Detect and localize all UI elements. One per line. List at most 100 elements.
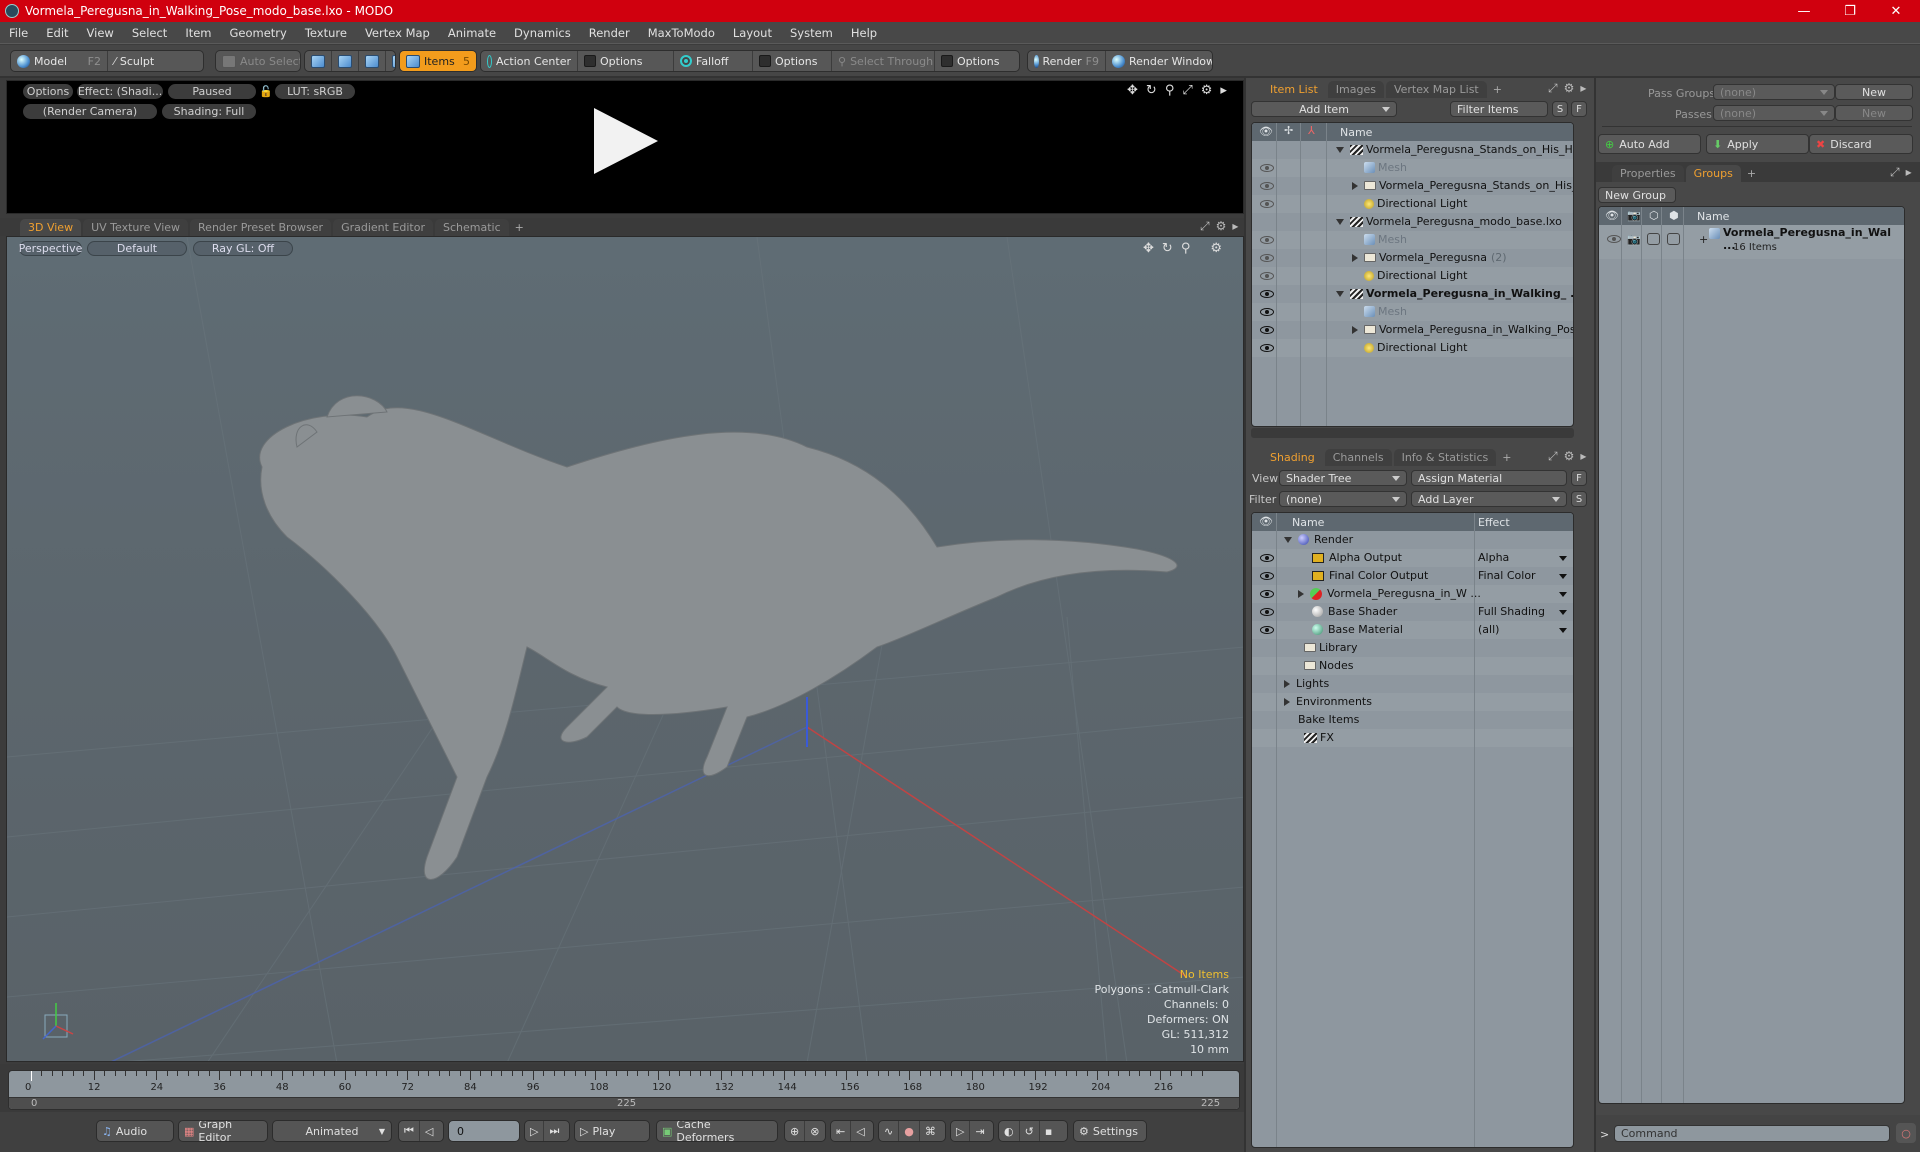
items-mode-button[interactable]: Items 5 — [399, 50, 477, 72]
gear-icon[interactable]: ⚙ — [1564, 449, 1575, 464]
lock-icon[interactable]: 🔓 — [259, 85, 273, 98]
graph-editor-button[interactable]: ▦ Graph Editor — [178, 1120, 268, 1142]
shader-row[interactable]: Bake Items — [1252, 711, 1573, 729]
prev-keyframe-button[interactable]: ⇤ — [831, 1121, 852, 1141]
edges-mode-button[interactable] — [332, 51, 359, 71]
select-through-button[interactable]: ⚲ Select Through — [832, 51, 935, 71]
cache-deformers-button[interactable]: ▣ Cache Deformers — [656, 1120, 778, 1142]
menu-help[interactable]: Help — [842, 26, 886, 40]
maximize-icon[interactable]: ⤢ — [1182, 83, 1192, 98]
model-mode-button[interactable]: Model F2 — [11, 51, 108, 71]
tab-gradient-editor[interactable]: Gradient Editor — [333, 219, 433, 236]
arrow-right-icon[interactable]: ▸ — [1580, 81, 1586, 96]
next-keyframe-button[interactable]: ⇥ — [970, 1121, 989, 1141]
expand-triangle-icon[interactable] — [1336, 290, 1344, 297]
style-dropdown[interactable]: Default — [87, 241, 187, 256]
vormela-model[interactable] — [259, 395, 1178, 880]
3d-viewport[interactable]: Perspective Default Ray GL: Off ✥ ↻ ⚲ ⚙ … — [6, 236, 1244, 1062]
vertices-mode-button[interactable] — [305, 51, 332, 71]
render-button[interactable]: Render F9 — [1028, 51, 1106, 71]
new-pass-group-button[interactable]: New — [1835, 84, 1913, 100]
key-item-button[interactable]: ◐ — [999, 1121, 1020, 1141]
passes-dropdown[interactable]: (none) — [1713, 105, 1835, 121]
command-history-icon[interactable]: ○ — [1896, 1123, 1916, 1143]
gear-icon[interactable]: ⚙ — [1210, 241, 1222, 256]
visibility-toggle-icon[interactable] — [1260, 236, 1274, 244]
arrow-right-icon[interactable]: ▸ — [1906, 165, 1912, 180]
falloff-button[interactable]: Falloff — [674, 51, 753, 71]
expand-plus-icon[interactable]: + — [1699, 233, 1708, 246]
settings-button[interactable]: ⚙ Settings — [1073, 1120, 1147, 1142]
effect-dropdown[interactable]: Effect: (Shadi... — [77, 84, 163, 99]
collapse-triangle-icon[interactable] — [1352, 253, 1358, 262]
menu-vertex-map[interactable]: Vertex Map — [356, 26, 439, 40]
filter-dropdown[interactable]: (none) — [1279, 491, 1407, 507]
s-toggle[interactable]: S — [1571, 491, 1587, 507]
collapse-triangle-icon[interactable] — [1284, 697, 1290, 706]
next-key-button[interactable]: ▷ — [525, 1121, 545, 1141]
key-up-button[interactable]: ⊕ — [785, 1121, 806, 1141]
paused-toggle[interactable]: Paused — [168, 84, 256, 99]
falloff-options-button[interactable]: Options — [753, 51, 832, 71]
play-render-icon[interactable] — [594, 108, 658, 174]
maximize-icon[interactable]: ⤢ — [1548, 81, 1558, 96]
tab-uv-texture-view[interactable]: UV Texture View — [83, 219, 189, 236]
s-toggle[interactable]: S — [1552, 101, 1568, 117]
prev-frame-button[interactable]: ◁ — [851, 1121, 869, 1141]
shading-dropdown[interactable]: Shading: Full — [162, 104, 256, 119]
action-center-options-button[interactable]: Options — [578, 51, 674, 71]
shader-row[interactable]: Lights — [1252, 675, 1573, 693]
timeline-range-bar[interactable]: 0 225 225 — [9, 1097, 1239, 1109]
effect-dropdown[interactable]: Final Color — [1478, 569, 1573, 582]
visibility-toggle-icon[interactable] — [1260, 182, 1274, 190]
tab-images[interactable]: Images — [1327, 81, 1384, 98]
tab-properties[interactable]: Properties — [1612, 165, 1684, 182]
pan-icon[interactable]: ✥ — [1143, 241, 1154, 256]
raygl-dropdown[interactable]: Ray GL: Off — [193, 241, 293, 256]
visibility-toggle-icon[interactable] — [1260, 254, 1274, 262]
animation-mode-dropdown[interactable]: Animated ▼ — [272, 1120, 392, 1142]
tab-groups[interactable]: Groups — [1685, 165, 1741, 182]
collapse-triangle-icon[interactable] — [1352, 181, 1358, 190]
tab-3d-view[interactable]: 3D View — [20, 219, 82, 236]
collapse-triangle-icon[interactable] — [1352, 325, 1358, 334]
menu-item[interactable]: Item — [176, 26, 220, 40]
shader-row[interactable]: Environments — [1252, 693, 1573, 711]
lut-dropdown[interactable]: LUT: sRGB — [275, 84, 355, 99]
shader-row[interactable]: Alpha Output Alpha — [1252, 549, 1573, 567]
arrow-right-icon[interactable]: ▸ — [1232, 219, 1238, 234]
timeline-ruler[interactable]: 0 12 24 36 48 60 72 84 96 108 120 132 144 156 168 180 19… — [8, 1070, 1240, 1110]
menu-texture[interactable]: Texture — [296, 26, 356, 40]
effect-column-header[interactable]: Effect — [1478, 516, 1510, 529]
shader-row[interactable]: Render — [1252, 531, 1573, 549]
auto-key-button[interactable]: ∿ — [879, 1121, 900, 1141]
frame-input[interactable]: 0 — [448, 1120, 520, 1142]
shader-row[interactable]: Vormela_Peregusna_in_W ... — [1252, 585, 1573, 603]
maximize-icon[interactable]: ⤢ — [1200, 219, 1210, 234]
arrow-right-icon[interactable]: ▸ — [1220, 83, 1227, 98]
render-toggle-icon[interactable]: 📷 — [1627, 233, 1641, 246]
visibility-toggle-icon[interactable] — [1260, 290, 1274, 298]
group-row[interactable]: 📷 + Vormela_Peregusna_in_Wal ... 16 Item… — [1599, 225, 1904, 259]
visibility-toggle-icon[interactable] — [1260, 572, 1274, 580]
tab-render-preset-browser[interactable]: Render Preset Browser — [190, 219, 332, 236]
auto-add-button[interactable]: ⊕ Auto Add — [1598, 134, 1701, 154]
name-column-header[interactable]: Name — [1292, 516, 1324, 529]
audio-button[interactable]: ♫ Audio — [96, 1120, 174, 1142]
sculpt-mode-button[interactable]: ⁄ Sculpt — [108, 51, 160, 71]
add-tab-button[interactable]: + — [1743, 165, 1760, 182]
restore-button[interactable]: ❐ — [1828, 0, 1872, 22]
pan-icon[interactable]: ✥ — [1127, 83, 1138, 98]
visibility-toggle-icon[interactable] — [1260, 164, 1274, 172]
tab-schematic[interactable]: Schematic — [435, 219, 509, 236]
f-toggle[interactable]: F — [1571, 101, 1587, 117]
lock-toggle[interactable] — [1647, 233, 1660, 245]
menu-select[interactable]: Select — [123, 26, 176, 40]
expand-triangle-icon[interactable] — [1284, 536, 1292, 543]
visibility-toggle-icon[interactable] — [1260, 272, 1274, 280]
effect-dropdown[interactable]: Full Shading — [1478, 605, 1573, 618]
view-dropdown[interactable]: Shader Tree — [1279, 470, 1407, 486]
menu-maxtomodo[interactable]: MaxToModo — [639, 26, 724, 40]
prev-key-button[interactable]: ◁ — [420, 1121, 438, 1141]
key-down-button[interactable]: ⊗ — [805, 1121, 824, 1141]
